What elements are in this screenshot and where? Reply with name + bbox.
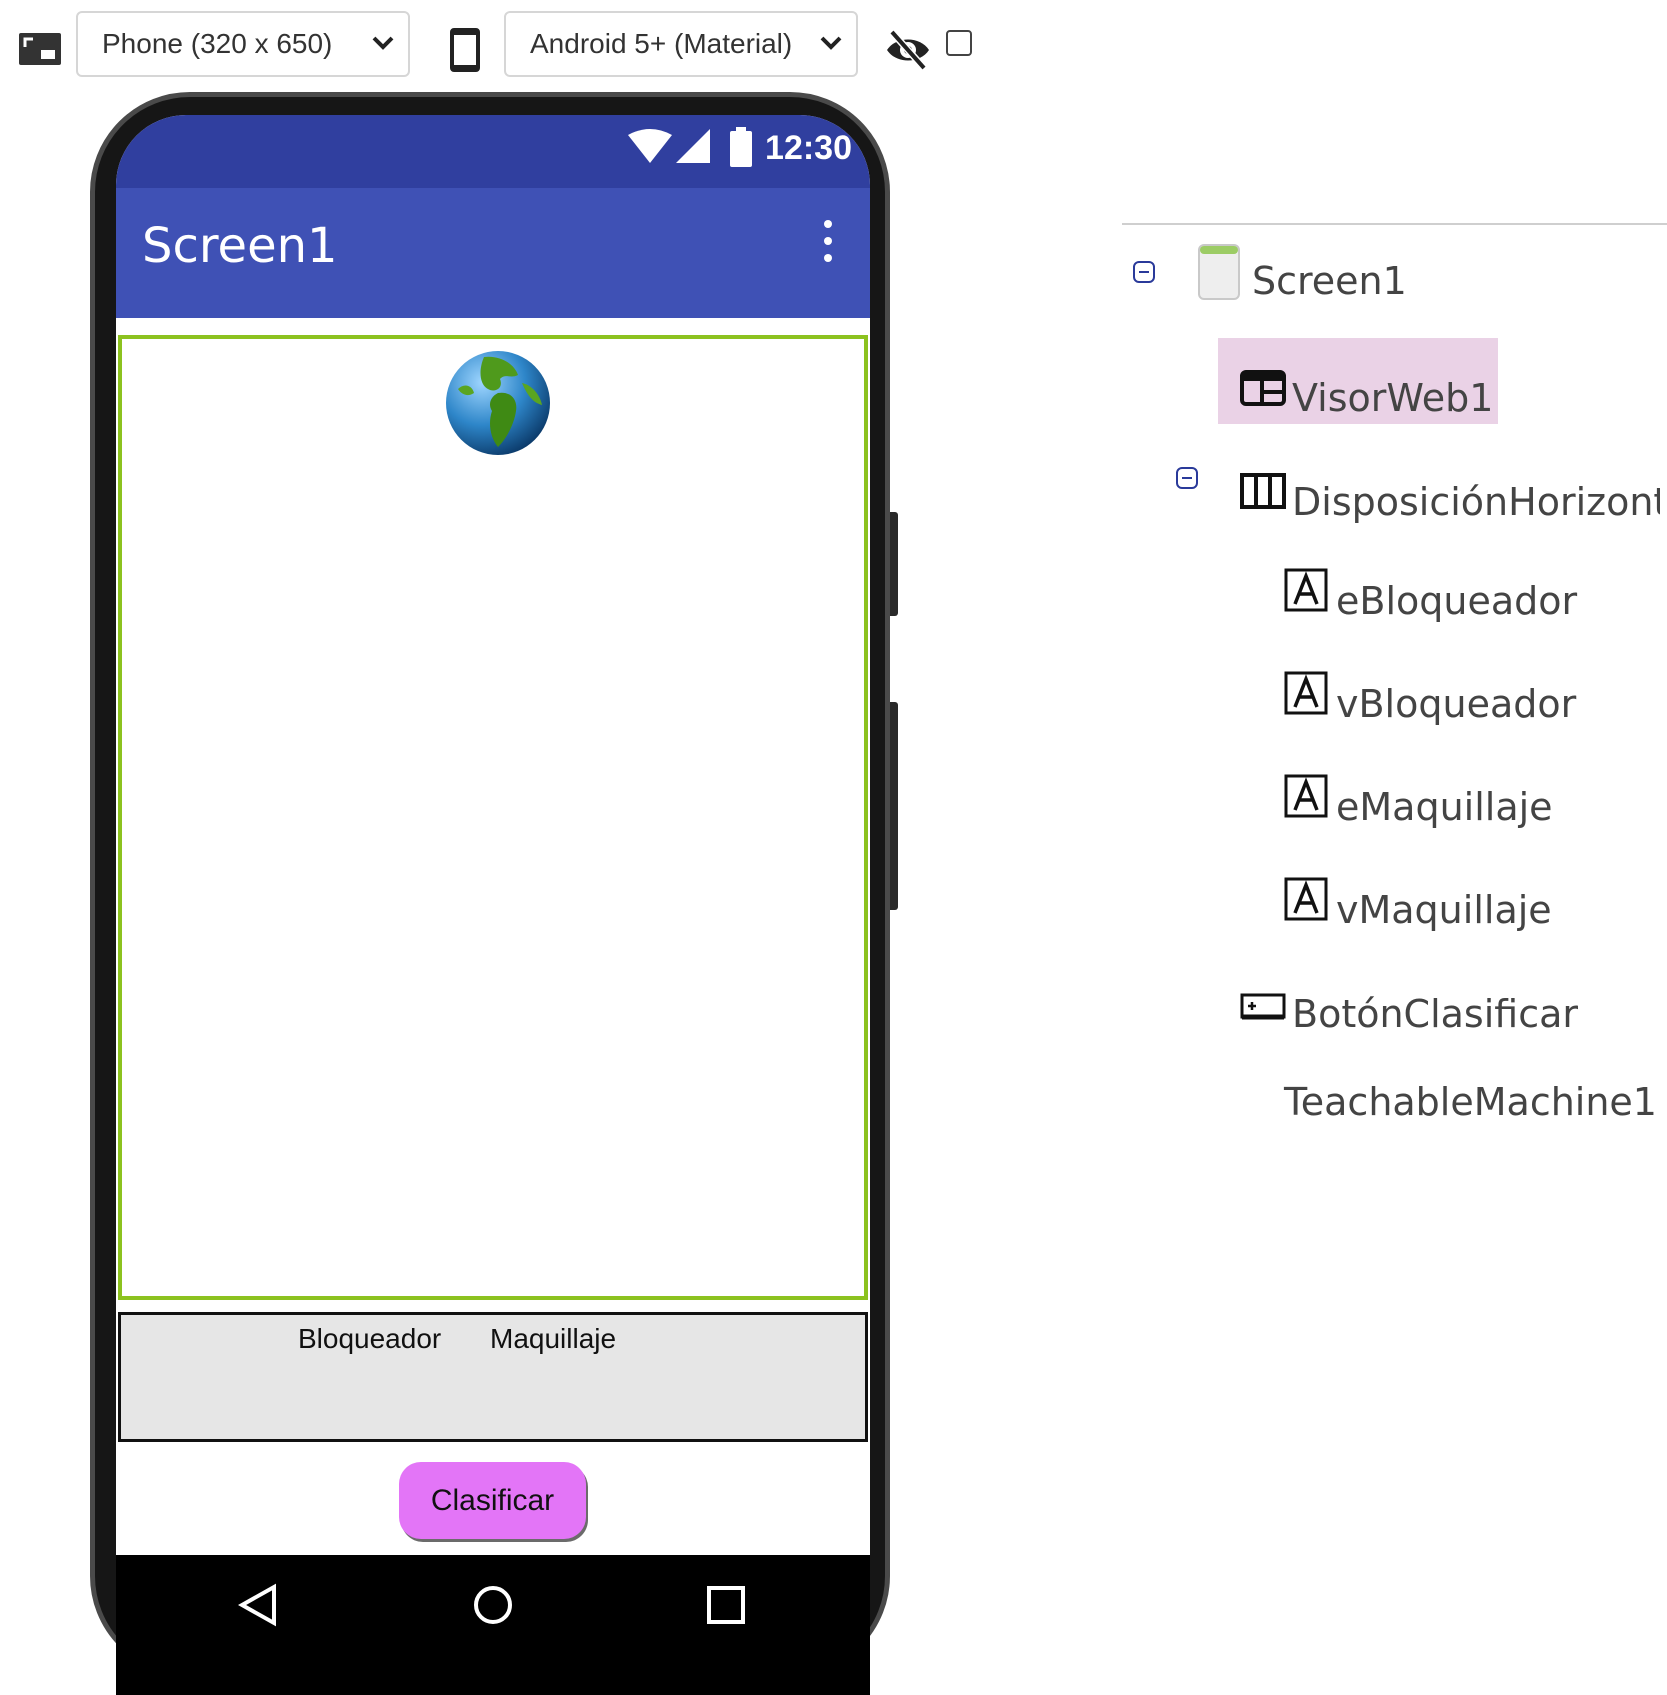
tree-item-emaquillaje[interactable]: eMaquillaje bbox=[1284, 763, 1553, 829]
battery-icon bbox=[730, 127, 752, 167]
tree-label-disposicion-horizontal: DisposiciónHorizontal1 bbox=[1292, 480, 1660, 524]
label-e-maquillaje: Maquillaje bbox=[490, 1323, 617, 1354]
label-e-bloqueador: Bloqueador bbox=[298, 1323, 442, 1354]
tree-divider bbox=[1122, 223, 1667, 225]
resize-icon[interactable] bbox=[19, 33, 61, 65]
app-bar: Screen1 bbox=[116, 188, 870, 318]
tree-item-ebloqueador[interactable]: eBloqueador bbox=[1284, 557, 1577, 623]
theme-value: Android 5+ (Material) bbox=[530, 28, 793, 59]
horizontal-arrangement[interactable]: Bloqueador Maquillaje bbox=[118, 1312, 868, 1442]
tree-item-disposicion-horizontal[interactable]: DisposiciónHorizontal1 bbox=[1240, 458, 1660, 524]
tree-label-teachablemachine1: TeachableMachine1 bbox=[1284, 1080, 1657, 1124]
more-vert-icon[interactable] bbox=[824, 220, 832, 271]
status-bar: 12:30 bbox=[116, 115, 870, 188]
horizontal-arrangement-icon bbox=[1240, 473, 1286, 509]
collapse-horizontal-arrangement-toggle[interactable] bbox=[1176, 467, 1198, 489]
chevron-down-icon bbox=[820, 36, 842, 50]
device-size-value: Phone (320 x 650) bbox=[102, 28, 333, 59]
tree-item-vmaquillaje[interactable]: vMaquillaje bbox=[1284, 866, 1552, 932]
hidden-components-checkbox[interactable] bbox=[946, 30, 972, 56]
globe-icon bbox=[446, 351, 550, 455]
navigation-bar bbox=[116, 1555, 870, 1695]
wifi-icon bbox=[628, 129, 672, 163]
tree-item-botonclasificar[interactable]: BotónClasificar bbox=[1240, 978, 1578, 1036]
tree-label-ebloqueador: eBloqueador bbox=[1336, 579, 1578, 623]
tree-item-screen1[interactable]: Screen1 bbox=[1198, 241, 1407, 303]
signal-icon bbox=[676, 129, 710, 163]
status-time: 12:30 bbox=[765, 129, 852, 167]
label-icon bbox=[1284, 774, 1328, 818]
phone-screen: 12:30 Screen1 Bloqueador Maquillaje Clas… bbox=[116, 115, 870, 1695]
tree-label-botonclasificar: BotónClasificar bbox=[1292, 992, 1579, 1036]
tree-label-emaquillaje: eMaquillaje bbox=[1336, 785, 1553, 829]
recents-icon[interactable] bbox=[706, 1583, 746, 1627]
clasificar-button[interactable]: Clasificar bbox=[399, 1462, 586, 1539]
label-icon bbox=[1284, 671, 1328, 715]
theme-select[interactable]: Android 5+ (Material) bbox=[504, 11, 858, 77]
phone-power-button bbox=[890, 702, 898, 910]
device-size-select[interactable]: Phone (320 x 650) bbox=[76, 11, 410, 77]
eye-off-icon[interactable] bbox=[884, 28, 932, 72]
tree-item-visorweb1[interactable]: VisorWeb1 bbox=[1240, 356, 1493, 420]
label-icon bbox=[1284, 568, 1328, 612]
tablet-portrait-icon[interactable] bbox=[450, 28, 480, 72]
home-icon[interactable] bbox=[472, 1583, 514, 1627]
screen-icon bbox=[1198, 244, 1240, 300]
button-icon bbox=[1240, 993, 1286, 1020]
back-icon[interactable] bbox=[238, 1583, 278, 1627]
tree-label-screen1: Screen1 bbox=[1252, 259, 1407, 303]
tree-label-vbloqueador: vBloqueador bbox=[1336, 682, 1577, 726]
tree-label-visorweb1: VisorWeb1 bbox=[1292, 376, 1494, 420]
collapse-screen1-toggle[interactable] bbox=[1133, 261, 1155, 283]
label-icon bbox=[1284, 877, 1328, 921]
webviewer-icon bbox=[1240, 370, 1286, 406]
app-title: Screen1 bbox=[142, 218, 338, 274]
tree-label-vmaquillaje: vMaquillaje bbox=[1336, 888, 1552, 932]
webviewer-component[interactable] bbox=[118, 335, 868, 1300]
chevron-down-icon bbox=[372, 36, 394, 50]
phone-volume-button bbox=[890, 512, 898, 616]
tree-item-vbloqueador[interactable]: vBloqueador bbox=[1284, 660, 1576, 726]
tree-item-teachablemachine1[interactable]: TeachableMachine1 bbox=[1284, 1080, 1657, 1124]
